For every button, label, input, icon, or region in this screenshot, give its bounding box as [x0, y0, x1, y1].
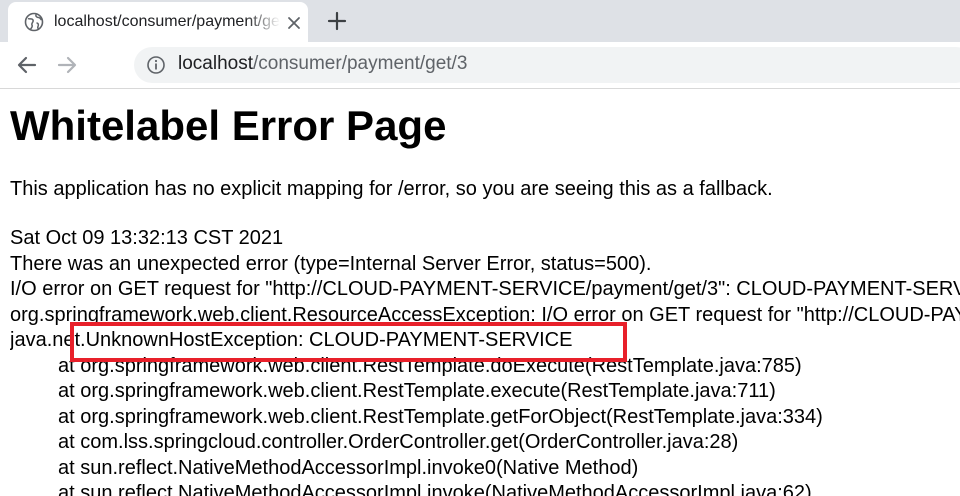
- trace-line: I/O error on GET request for "http://CLO…: [10, 278, 960, 300]
- info-icon[interactable]: [146, 55, 166, 75]
- trace-line: at org.springframework.web.client.RestTe…: [58, 405, 823, 428]
- page-title: Whitelabel Error Page: [10, 102, 447, 149]
- tab-title: localhost/consumer/payment/get/3: [54, 13, 280, 30]
- error-summary: There was an unexpected error (type=Inte…: [10, 252, 652, 275]
- close-icon[interactable]: [286, 15, 302, 31]
- trace-line: at sun.reflect.NativeMethodAccessorImpl.…: [58, 456, 639, 479]
- url-text[interactable]: localhost/consumer/payment/get/3: [178, 53, 467, 75]
- tab-strip: localhost/consumer/payment/get/3: [0, 0, 960, 42]
- error-message: This application has no explicit mapping…: [10, 178, 773, 200]
- globe-icon: [24, 12, 44, 32]
- url-host: localhost: [178, 53, 253, 74]
- address-bar[interactable]: localhost/consumer/payment/get/3: [134, 47, 960, 83]
- trace-line: at sun.reflect.NativeMethodAccessorImpl.…: [58, 482, 812, 496]
- highlight-annotation-box: [70, 322, 627, 362]
- back-arrow-icon[interactable]: [15, 53, 39, 77]
- browser-tab[interactable]: localhost/consumer/payment/get/3: [8, 2, 308, 42]
- trace-line: at com.lss.springcloud.controller.OrderC…: [58, 431, 739, 453]
- forward-arrow-icon[interactable]: [55, 53, 79, 77]
- browser-toolbar: localhost/consumer/payment/get/3: [0, 42, 960, 89]
- error-timestamp: Sat Oct 09 13:32:13 CST 2021: [10, 227, 284, 249]
- plus-icon[interactable]: [326, 10, 348, 32]
- trace-line: at org.springframework.web.client.RestTe…: [58, 380, 776, 402]
- url-path: /consumer/payment/get/3: [253, 53, 468, 74]
- page-content: Whitelabel Error Page This application h…: [10, 88, 960, 496]
